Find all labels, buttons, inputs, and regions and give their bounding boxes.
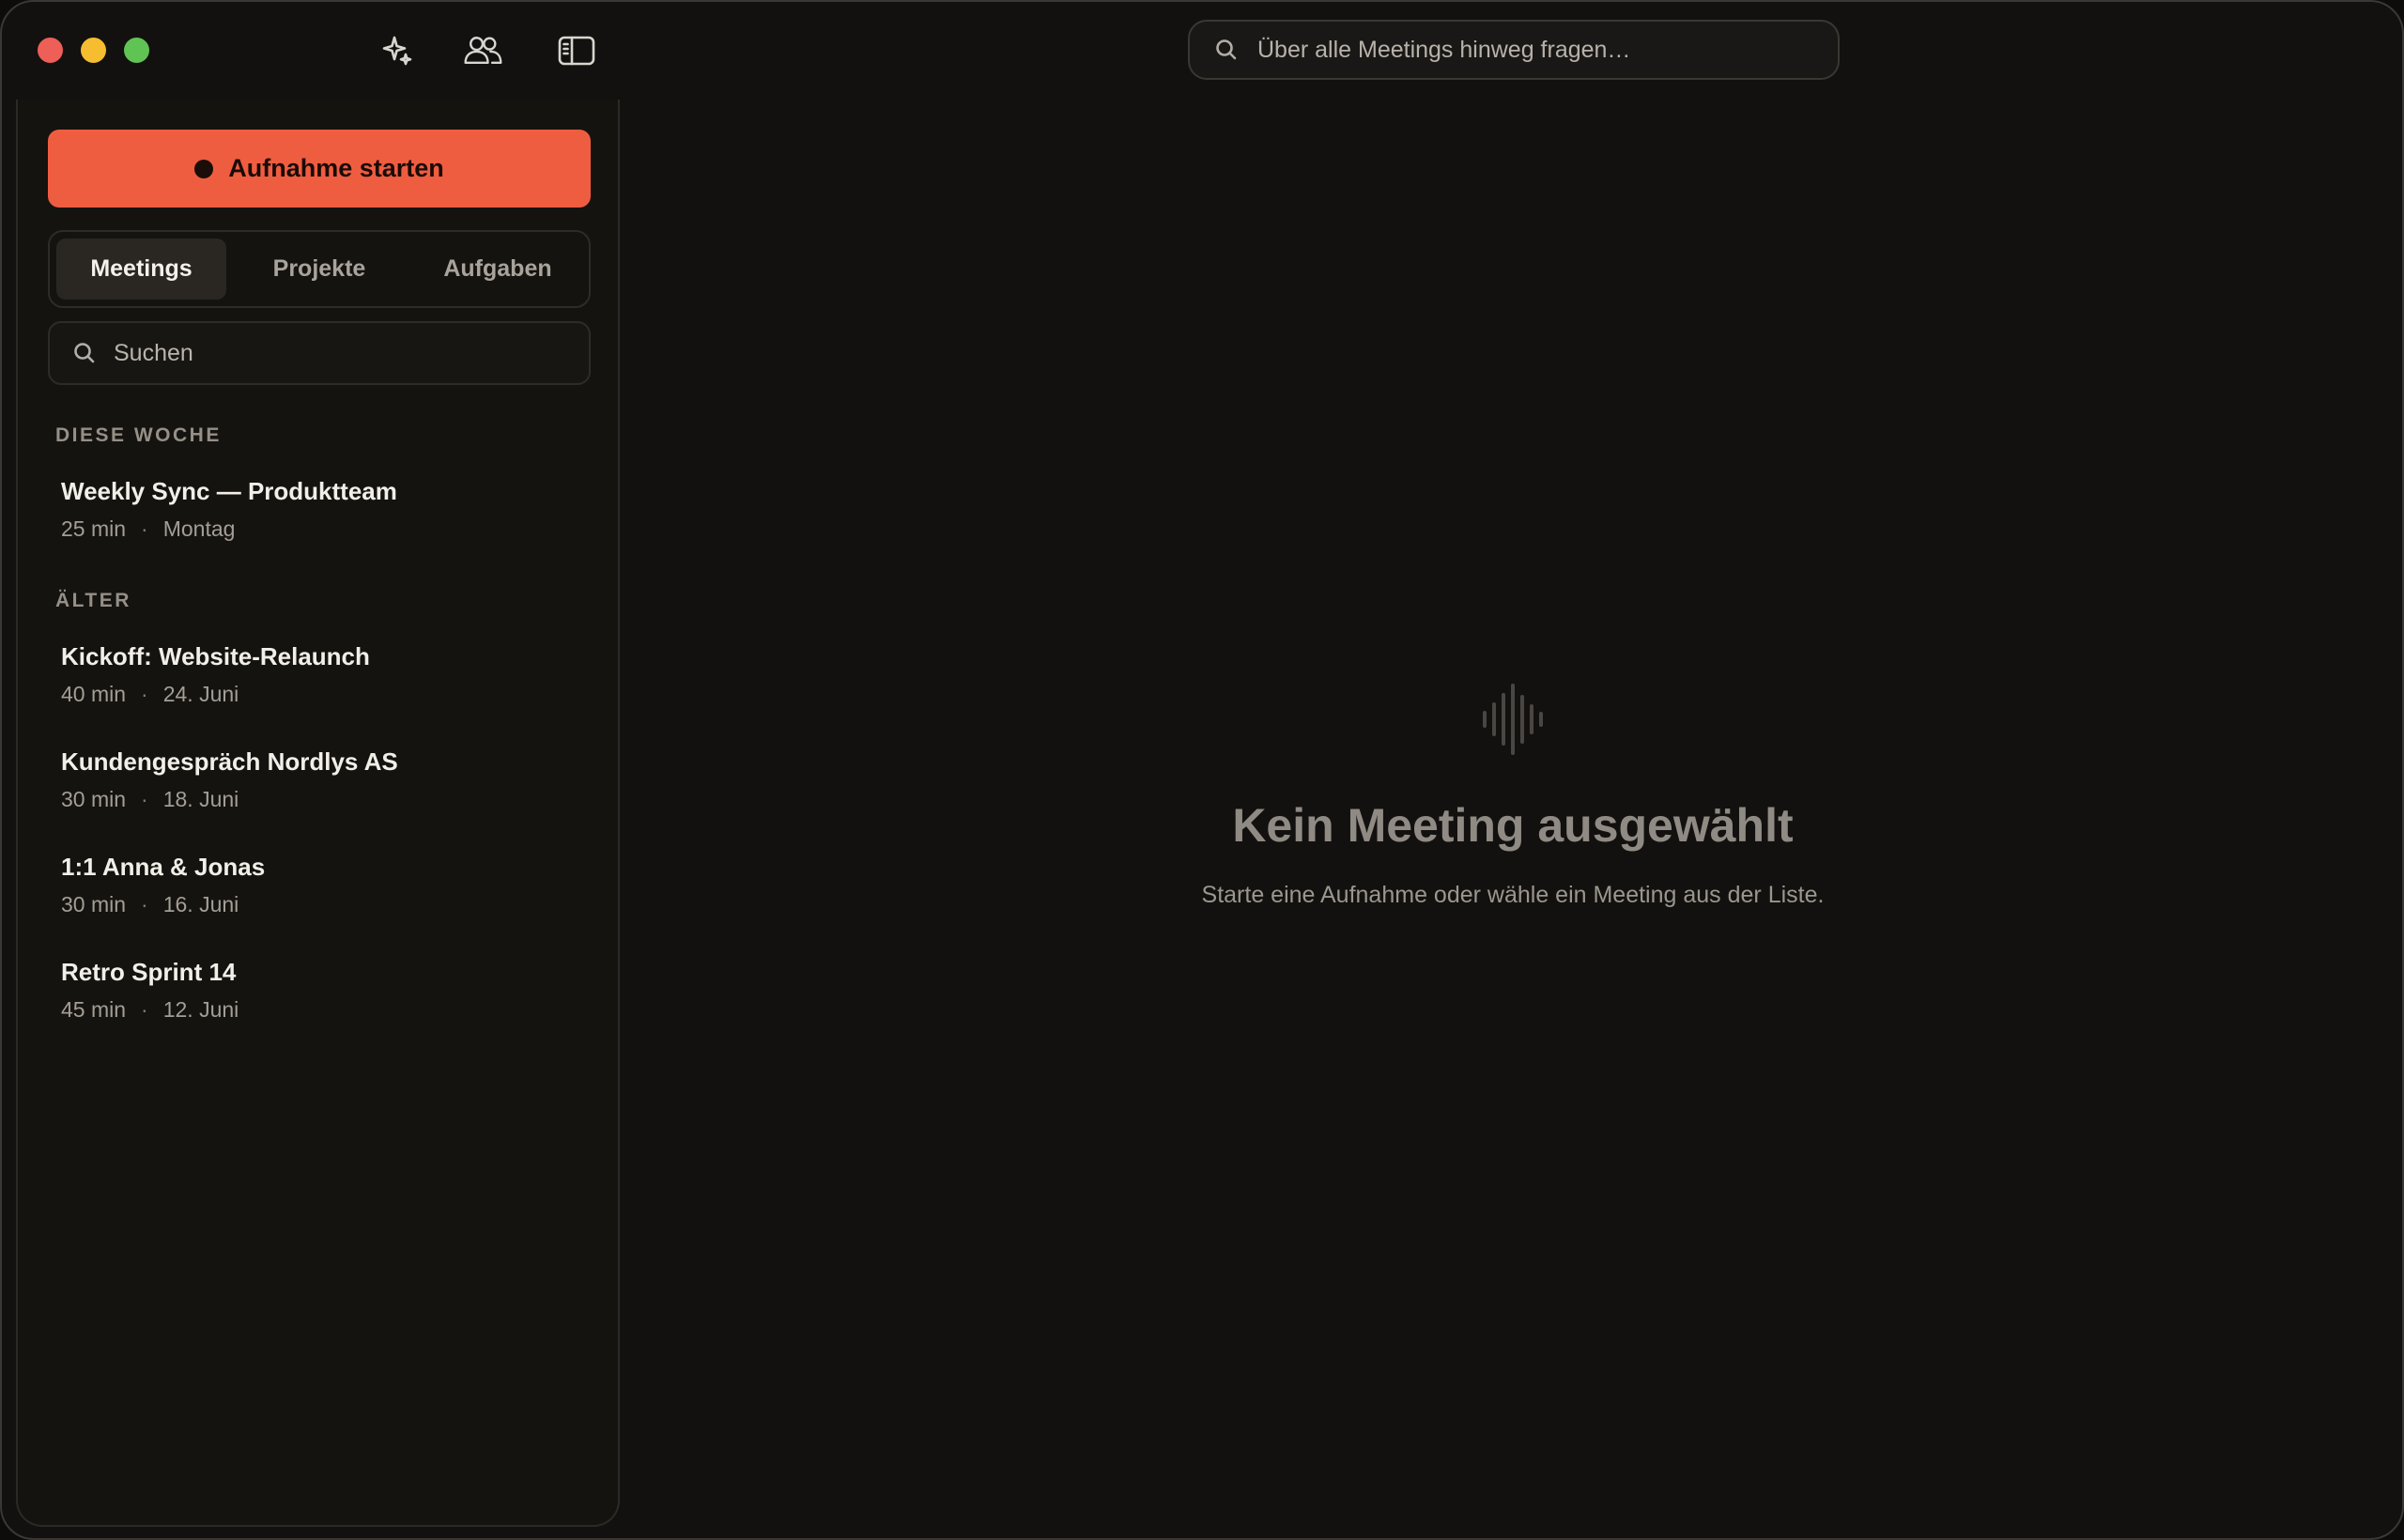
window-minimize-button[interactable] [81,38,106,63]
sidebar-search[interactable] [48,321,591,385]
meeting-date: 12. Juni [162,997,239,1022]
tab-projekte[interactable]: Projekte [231,239,408,300]
meeting-title: 1:1 Anna & Jonas [61,853,266,881]
meeting-title: Kundengespräch Nordlys AS [61,747,398,776]
meeting-date: Montag [162,516,236,541]
global-search-input[interactable] [1256,35,1838,65]
empty-state-title: Kein Meeting ausgewählt [1232,799,1794,852]
meta-separator: · [141,997,148,1022]
meeting-duration: 45 min [61,997,127,1022]
search-icon [1214,38,1239,62]
meeting-duration: 30 min [61,787,127,811]
meeting-meta: 45 min · 12. Juni [61,997,239,1023]
section-label-this-week: DIESE WOCHE [55,424,222,446]
sidebar-toggle-icon[interactable] [556,30,597,71]
meeting-date: 24. Juni [162,682,239,706]
meeting-duration: 25 min [61,516,127,541]
sparkles-icon[interactable] [377,30,418,71]
start-recording-button[interactable]: Aufnahme starten [48,130,591,208]
global-search-bar[interactable] [1188,20,1840,80]
window-close-button[interactable] [38,38,63,63]
meeting-list-item[interactable]: Weekly Sync — Produktteam 25 min · Montag [48,477,591,567]
search-icon [72,341,97,365]
meta-separator: · [141,787,148,811]
section-label-older: ÄLTER [55,590,131,611]
meeting-meta: 40 min · 24. Juni [61,682,239,707]
people-icon[interactable] [462,30,503,71]
waveform-icon [1481,682,1545,762]
record-icon [194,159,214,178]
start-recording-label: Aufnahme starten [228,154,444,182]
meeting-duration: 40 min [61,682,127,706]
meeting-list-item[interactable]: 1:1 Anna & Jonas 30 min · 16. Juni [48,853,591,943]
meeting-list-item[interactable]: Kundengespräch Nordlys AS 30 min · 18. Jun… [48,747,591,838]
meeting-duration: 30 min [61,892,127,916]
tab-aufgaben[interactable]: Aufgaben [411,239,584,300]
meeting-date: 16. Juni [162,892,239,916]
meeting-list-item[interactable]: Retro Sprint 14 45 min · 12. Juni [48,958,591,1048]
sidebar-search-input[interactable] [112,338,589,368]
meeting-date: 18. Juni [162,787,239,811]
meta-separator: · [141,516,148,541]
tab-switcher: Meetings Projekte Aufgaben [48,230,591,308]
sidebar: Aufnahme starten Meetings Projekte Aufga… [16,100,620,1527]
meta-separator: · [141,892,148,916]
meeting-meta: 25 min · Montag [61,516,235,542]
meeting-list-item[interactable]: Kickoff: Website-Relaunch 40 min · 24. Jun… [48,642,591,732]
meeting-title: Retro Sprint 14 [61,958,237,986]
meta-separator: · [141,682,148,706]
meeting-meta: 30 min · 16. Juni [61,892,239,917]
app-window: Aufnahme starten Meetings Projekte Aufga… [0,0,2404,1540]
tab-meetings[interactable]: Meetings [56,239,226,300]
window-maximize-button[interactable] [124,38,149,63]
meeting-title: Kickoff: Website-Relaunch [61,642,370,670]
empty-state-subtitle: Starte eine Aufnahme oder wähle ein Meet… [1201,882,1825,908]
meeting-meta: 30 min · 18. Juni [61,787,239,812]
meeting-title: Weekly Sync — Produktteam [61,477,397,505]
